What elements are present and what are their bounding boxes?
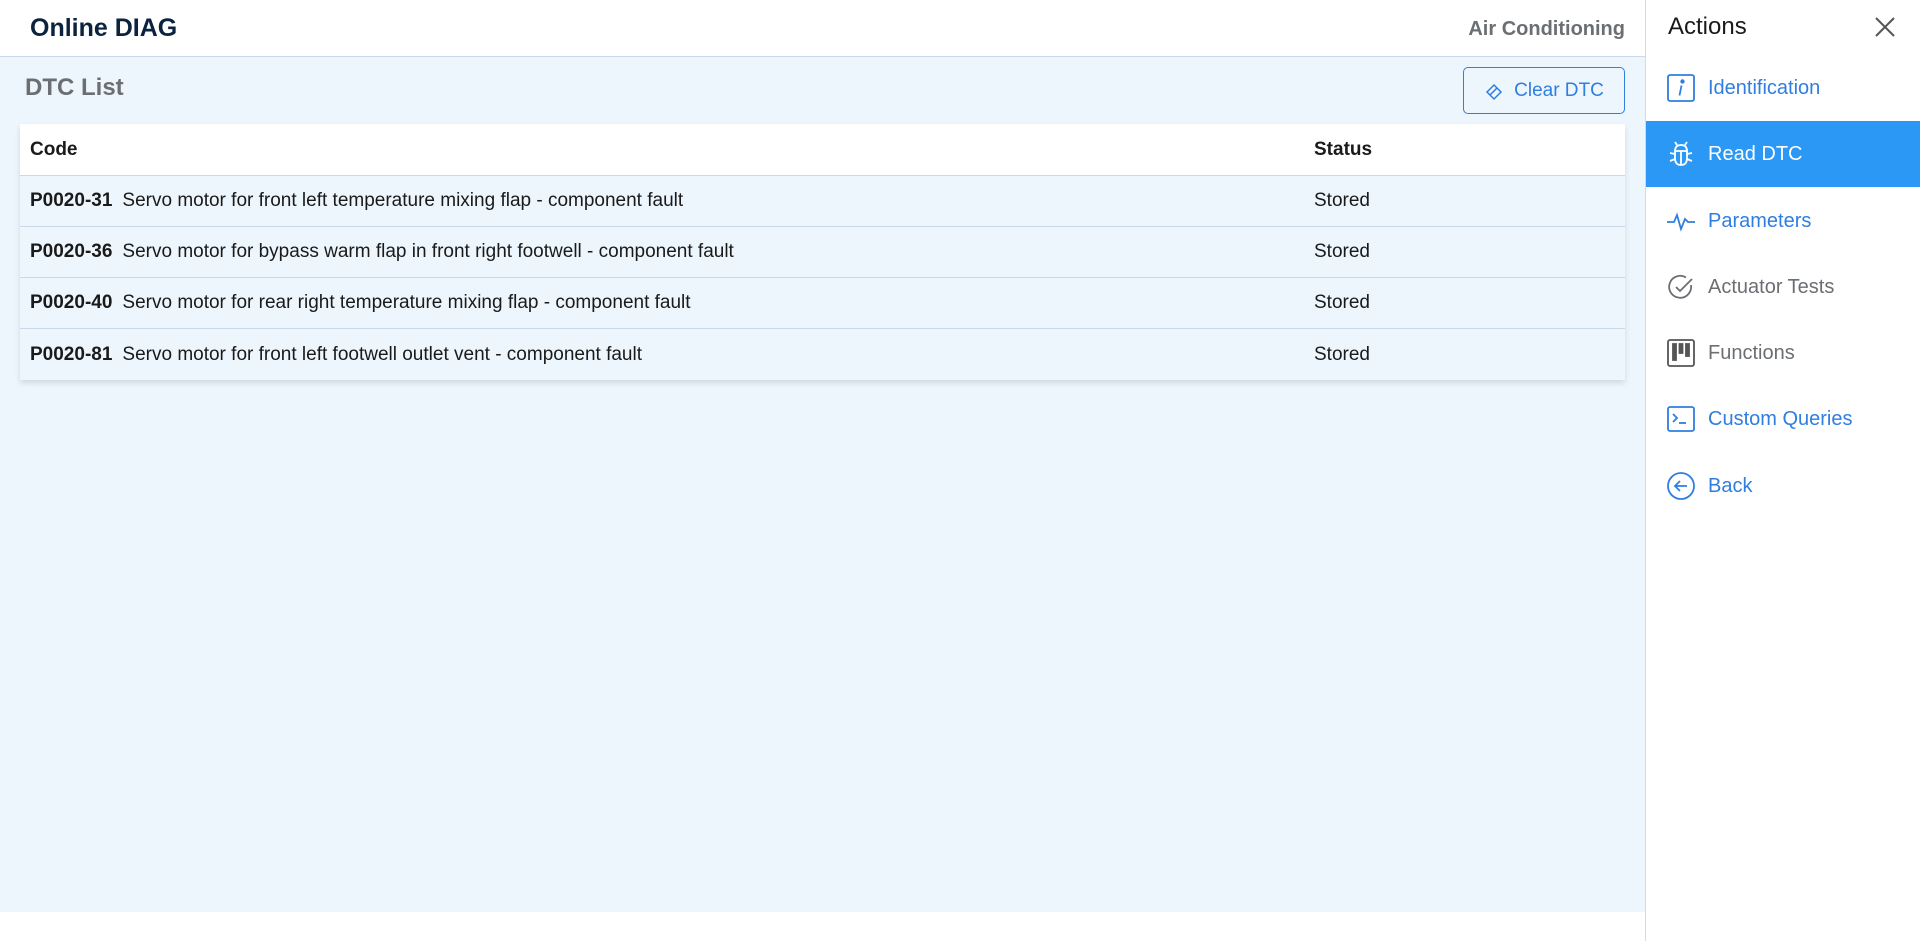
table-row[interactable]: P0020-40 Servo motor for rear right tempe… [20,278,1625,329]
action-read-dtc[interactable]: Read DTC [1646,121,1920,187]
action-custom-queries[interactable]: Custom Queries [1646,386,1920,452]
eraser-icon [1486,83,1503,100]
module-name: Air Conditioning [1468,18,1625,40]
action-functions[interactable]: Functions [1646,320,1920,386]
clear-dtc-button[interactable]: Clear DTC [1463,67,1625,114]
dtc-code: P0020-31 [30,190,113,211]
dtc-cell: P0020-36 Servo motor for bypass warm flap… [20,241,1314,263]
dtc-status: Stored [1314,292,1370,313]
info-icon [1666,73,1696,103]
dtc-status: Stored [1314,343,1370,365]
action-back[interactable]: Back [1646,453,1920,519]
table-row[interactable]: P0020-31 Servo motor for front left tempe… [20,176,1625,227]
pulse-icon [1666,206,1696,236]
dtc-description: Servo motor for front left temperature m… [122,190,684,211]
main-content: Online DIAG Air Conditioning DTC List Cl… [0,2,1645,912]
action-label: Custom Queries [1708,407,1853,430]
column-header-status: Status [1314,138,1373,160]
dtc-status: Stored [1314,241,1370,262]
dtc-cell: P0020-81 Servo motor for front left footw… [20,344,1314,366]
sidebar-header: Actions [1646,0,1920,55]
action-label: Actuator Tests [1708,275,1835,298]
action-label: Parameters [1708,209,1812,232]
app-title: Online DIAG [30,14,178,42]
close-icon [1875,17,1895,37]
table-row[interactable]: P0020-36 Servo motor for bypass warm flap… [20,227,1625,278]
dtc-description: Servo motor for front left footwell outl… [122,343,642,365]
table-header: Code Status [20,124,1625,176]
close-sidebar-button[interactable] [1872,14,1898,40]
terminal-icon [1666,404,1696,434]
sidebar-title: Actions [1668,13,1747,40]
table-row[interactable]: P0020-81 Servo motor for front left footw… [20,329,1625,380]
check-circle-icon [1666,272,1696,302]
kanban-icon [1666,338,1696,368]
dtc-description: Servo motor for rear right temperature m… [122,292,691,313]
dtc-code: P0020-81 [30,343,113,365]
dtc-code: P0020-36 [30,241,113,262]
dtc-status: Stored [1314,190,1370,211]
arrow-left-circle-icon [1666,471,1696,501]
dtc-table: Code Status P0020-31 Servo motor for fron… [20,124,1625,380]
action-identification[interactable]: Identification [1646,55,1920,121]
column-header-code: Code [30,138,78,160]
actions-sidebar: Actions Identification Read DTC Paramete… [1645,0,1920,941]
dtc-code: P0020-40 [30,292,113,313]
dtc-cell: P0020-40 Servo motor for rear right tempe… [20,292,1314,314]
top-bar: Online DIAG Air Conditioning [0,2,1645,57]
action-label: Identification [1708,76,1821,99]
action-label: Back [1708,474,1753,497]
action-label: Functions [1708,341,1795,364]
dtc-description: Servo motor for bypass warm flap in fron… [122,241,734,262]
action-parameters[interactable]: Parameters [1646,188,1920,254]
action-actuator-tests[interactable]: Actuator Tests [1646,254,1920,320]
bug-icon [1666,139,1696,169]
clear-dtc-label: Clear DTC [1514,79,1604,101]
dtc-cell: P0020-31 Servo motor for front left tempe… [20,190,1314,212]
page-title: DTC List [25,74,124,101]
action-label: Read DTC [1708,142,1803,165]
